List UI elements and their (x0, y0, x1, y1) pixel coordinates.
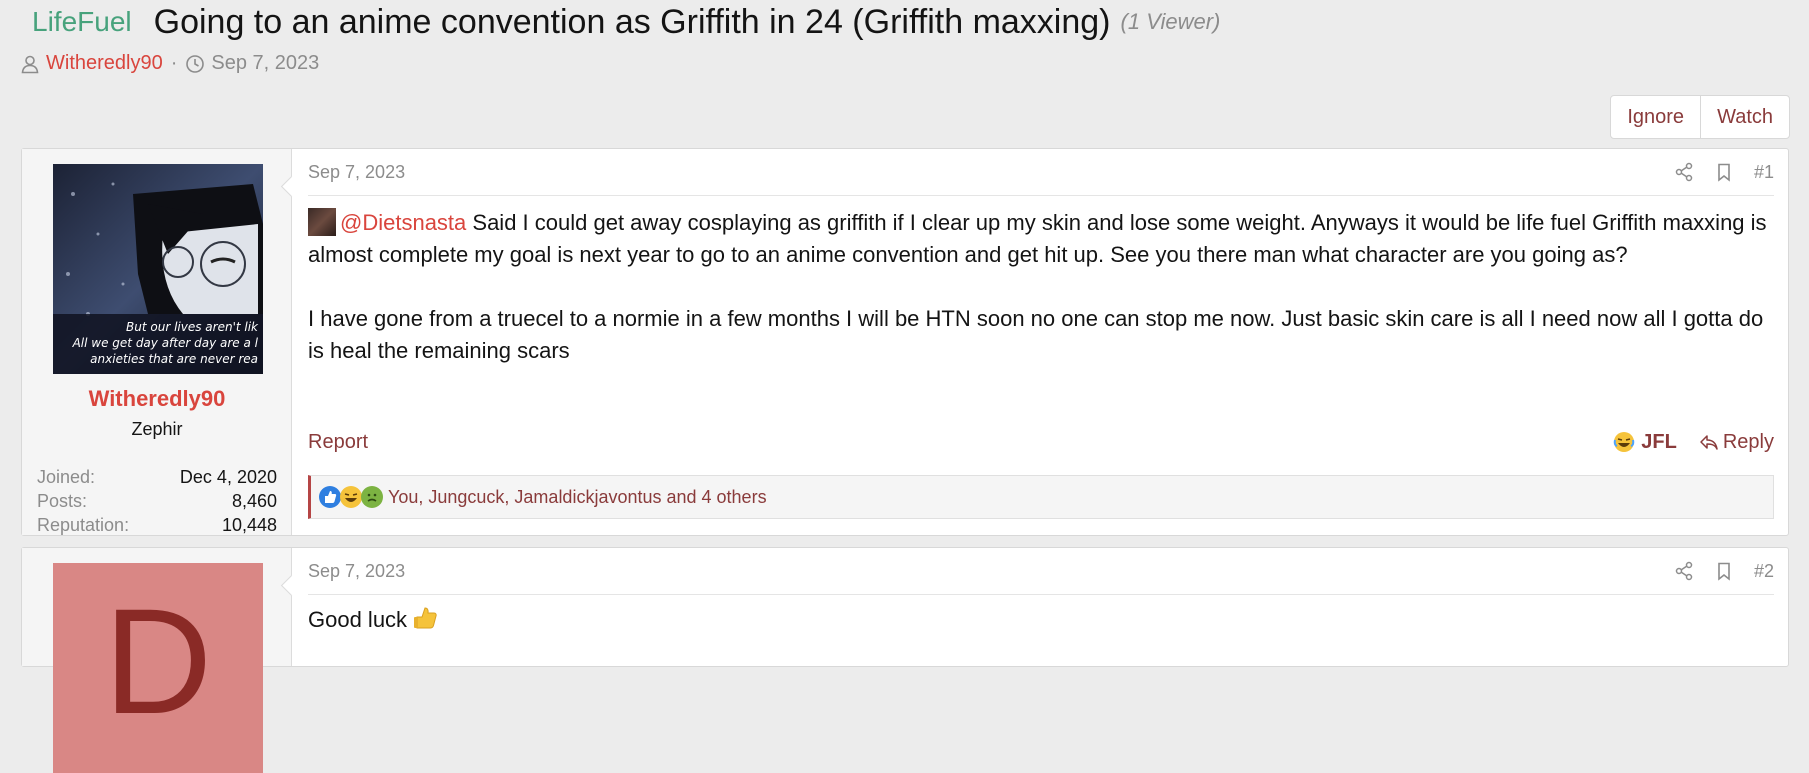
watch-button[interactable]: Watch (1700, 96, 1789, 138)
stat-value: Dec 4, 2020 (179, 467, 277, 487)
bookmark-button[interactable] (1714, 162, 1734, 182)
viewer-count: (1 Viewer) (1120, 9, 1221, 34)
user-stat-posts: Posts: 8,460 (37, 491, 277, 512)
post: D Sep 7, 2023 #2 Good luck (21, 547, 1789, 773)
thumbs-up-emoji-icon (411, 603, 441, 642)
bookmark-icon (1718, 562, 1730, 581)
report-button[interactable]: Report (308, 431, 368, 454)
stat-label: Joined: (37, 467, 96, 487)
reactions-bar: You, Jungcuck, Jamaldickjavontus and 4 o… (308, 475, 1774, 519)
stat-value[interactable]: 8,460 (232, 491, 277, 512)
thread-title: Going to an anime convention as Griffith… (153, 2, 1111, 41)
thread-header: LifeFuel Going to an anime convention as… (32, 0, 1220, 44)
thread-meta: Witheredly90 · Sep 7, 2023 (20, 52, 319, 75)
thread-actions: Ignore Watch (1610, 95, 1790, 139)
laughing-emoji-icon (1614, 432, 1635, 452)
thread-prefix[interactable]: LifeFuel (32, 6, 132, 38)
share-button[interactable] (1674, 162, 1694, 182)
reply-button[interactable]: Reply (1699, 431, 1774, 454)
post-main: Sep 7, 2023 (292, 149, 1788, 535)
post-content: Good luck (308, 603, 1772, 642)
meta-separator: · (170, 52, 178, 74)
post-header: Sep 7, 2023 (308, 149, 1774, 196)
post-main: Sep 7, 2023 (292, 548, 1788, 666)
post-footer: Report JFL Reply (308, 426, 1774, 458)
avatar-image: But our lives aren't lik All we get day … (53, 164, 263, 374)
post-user-cell: But our lives aren't lik All we get day … (22, 149, 292, 535)
bookmark-icon (1718, 163, 1730, 182)
letter-avatar: D (53, 563, 263, 773)
thread-date[interactable]: Sep 7, 2023 (211, 52, 319, 75)
reply-label: Reply (1722, 430, 1774, 453)
bookmark-button[interactable] (1714, 561, 1734, 581)
paragraph-text: Said I could get away cosplaying as grif… (308, 210, 1767, 267)
post-paragraph: I have gone from a truecel to a normie i… (308, 306, 1764, 363)
react-label: JFL (1641, 430, 1677, 453)
user-icon (21, 55, 39, 73)
post-tools: #1 (1674, 162, 1774, 183)
user-stat-reputation: Reputation: 10,448 (37, 515, 277, 536)
avatar-caption-line-2: All we get day after day are a l (72, 336, 259, 350)
stat-label: Posts: (37, 491, 88, 511)
post-header: Sep 7, 2023 (308, 548, 1774, 595)
laughing-reaction-icon (340, 486, 362, 508)
user-mention[interactable]: @Dietsnasta (340, 210, 466, 235)
share-icon (1675, 162, 1693, 182)
post-username[interactable]: Witheredly90 (22, 386, 292, 412)
thread-author-link[interactable]: Witheredly90 (46, 52, 163, 75)
avatar-letter: D (104, 577, 212, 745)
post-paragraph: @Dietsnasta Said I could get away cospla… (308, 207, 1772, 271)
avatar-caption-line-1: But our lives aren't lik (126, 320, 259, 334)
share-icon (1675, 561, 1693, 581)
avatar[interactable]: D (53, 563, 263, 773)
reaction-icons (319, 486, 383, 508)
reactors-list-link[interactable]: You, Jungcuck, Jamaldickjavontus and 4 o… (388, 487, 767, 508)
stat-value: 10,448 (221, 515, 277, 535)
reply-icon (1700, 435, 1718, 450)
stat-label: Reputation: (37, 515, 130, 535)
react-button[interactable]: JFL (1613, 431, 1677, 454)
post-date[interactable]: Sep 7, 2023 (308, 561, 405, 582)
post: But our lives aren't lik All we get day … (21, 148, 1789, 536)
mention-avatar[interactable] (308, 208, 336, 236)
clock-icon (186, 54, 205, 73)
avatar[interactable]: But our lives aren't lik All we get day … (53, 164, 263, 374)
like-reaction-icon (319, 486, 341, 508)
paragraph-text: Good luck (308, 607, 408, 632)
user-stat-joined: Joined: Dec 4, 2020 (37, 467, 277, 488)
share-button[interactable] (1674, 561, 1694, 581)
post-date[interactable]: Sep 7, 2023 (308, 162, 405, 183)
post-content: @Dietsnasta Said I could get away cospla… (308, 207, 1772, 367)
avatar-caption-line-3: anxieties that are never rea (90, 352, 258, 366)
post-number[interactable]: #2 (1754, 561, 1774, 582)
sick-reaction-icon (361, 486, 383, 508)
user-title: Zephir (131, 419, 183, 439)
post-user-cell: D (22, 548, 292, 773)
ignore-button[interactable]: Ignore (1611, 96, 1700, 138)
post-actions: JFL Reply (1613, 431, 1774, 454)
post-paragraph: Good luck (308, 603, 1772, 642)
post-tools: #2 (1674, 561, 1774, 582)
post-number[interactable]: #1 (1754, 162, 1774, 183)
page: LifeFuel Going to an anime convention as… (0, 0, 1809, 773)
